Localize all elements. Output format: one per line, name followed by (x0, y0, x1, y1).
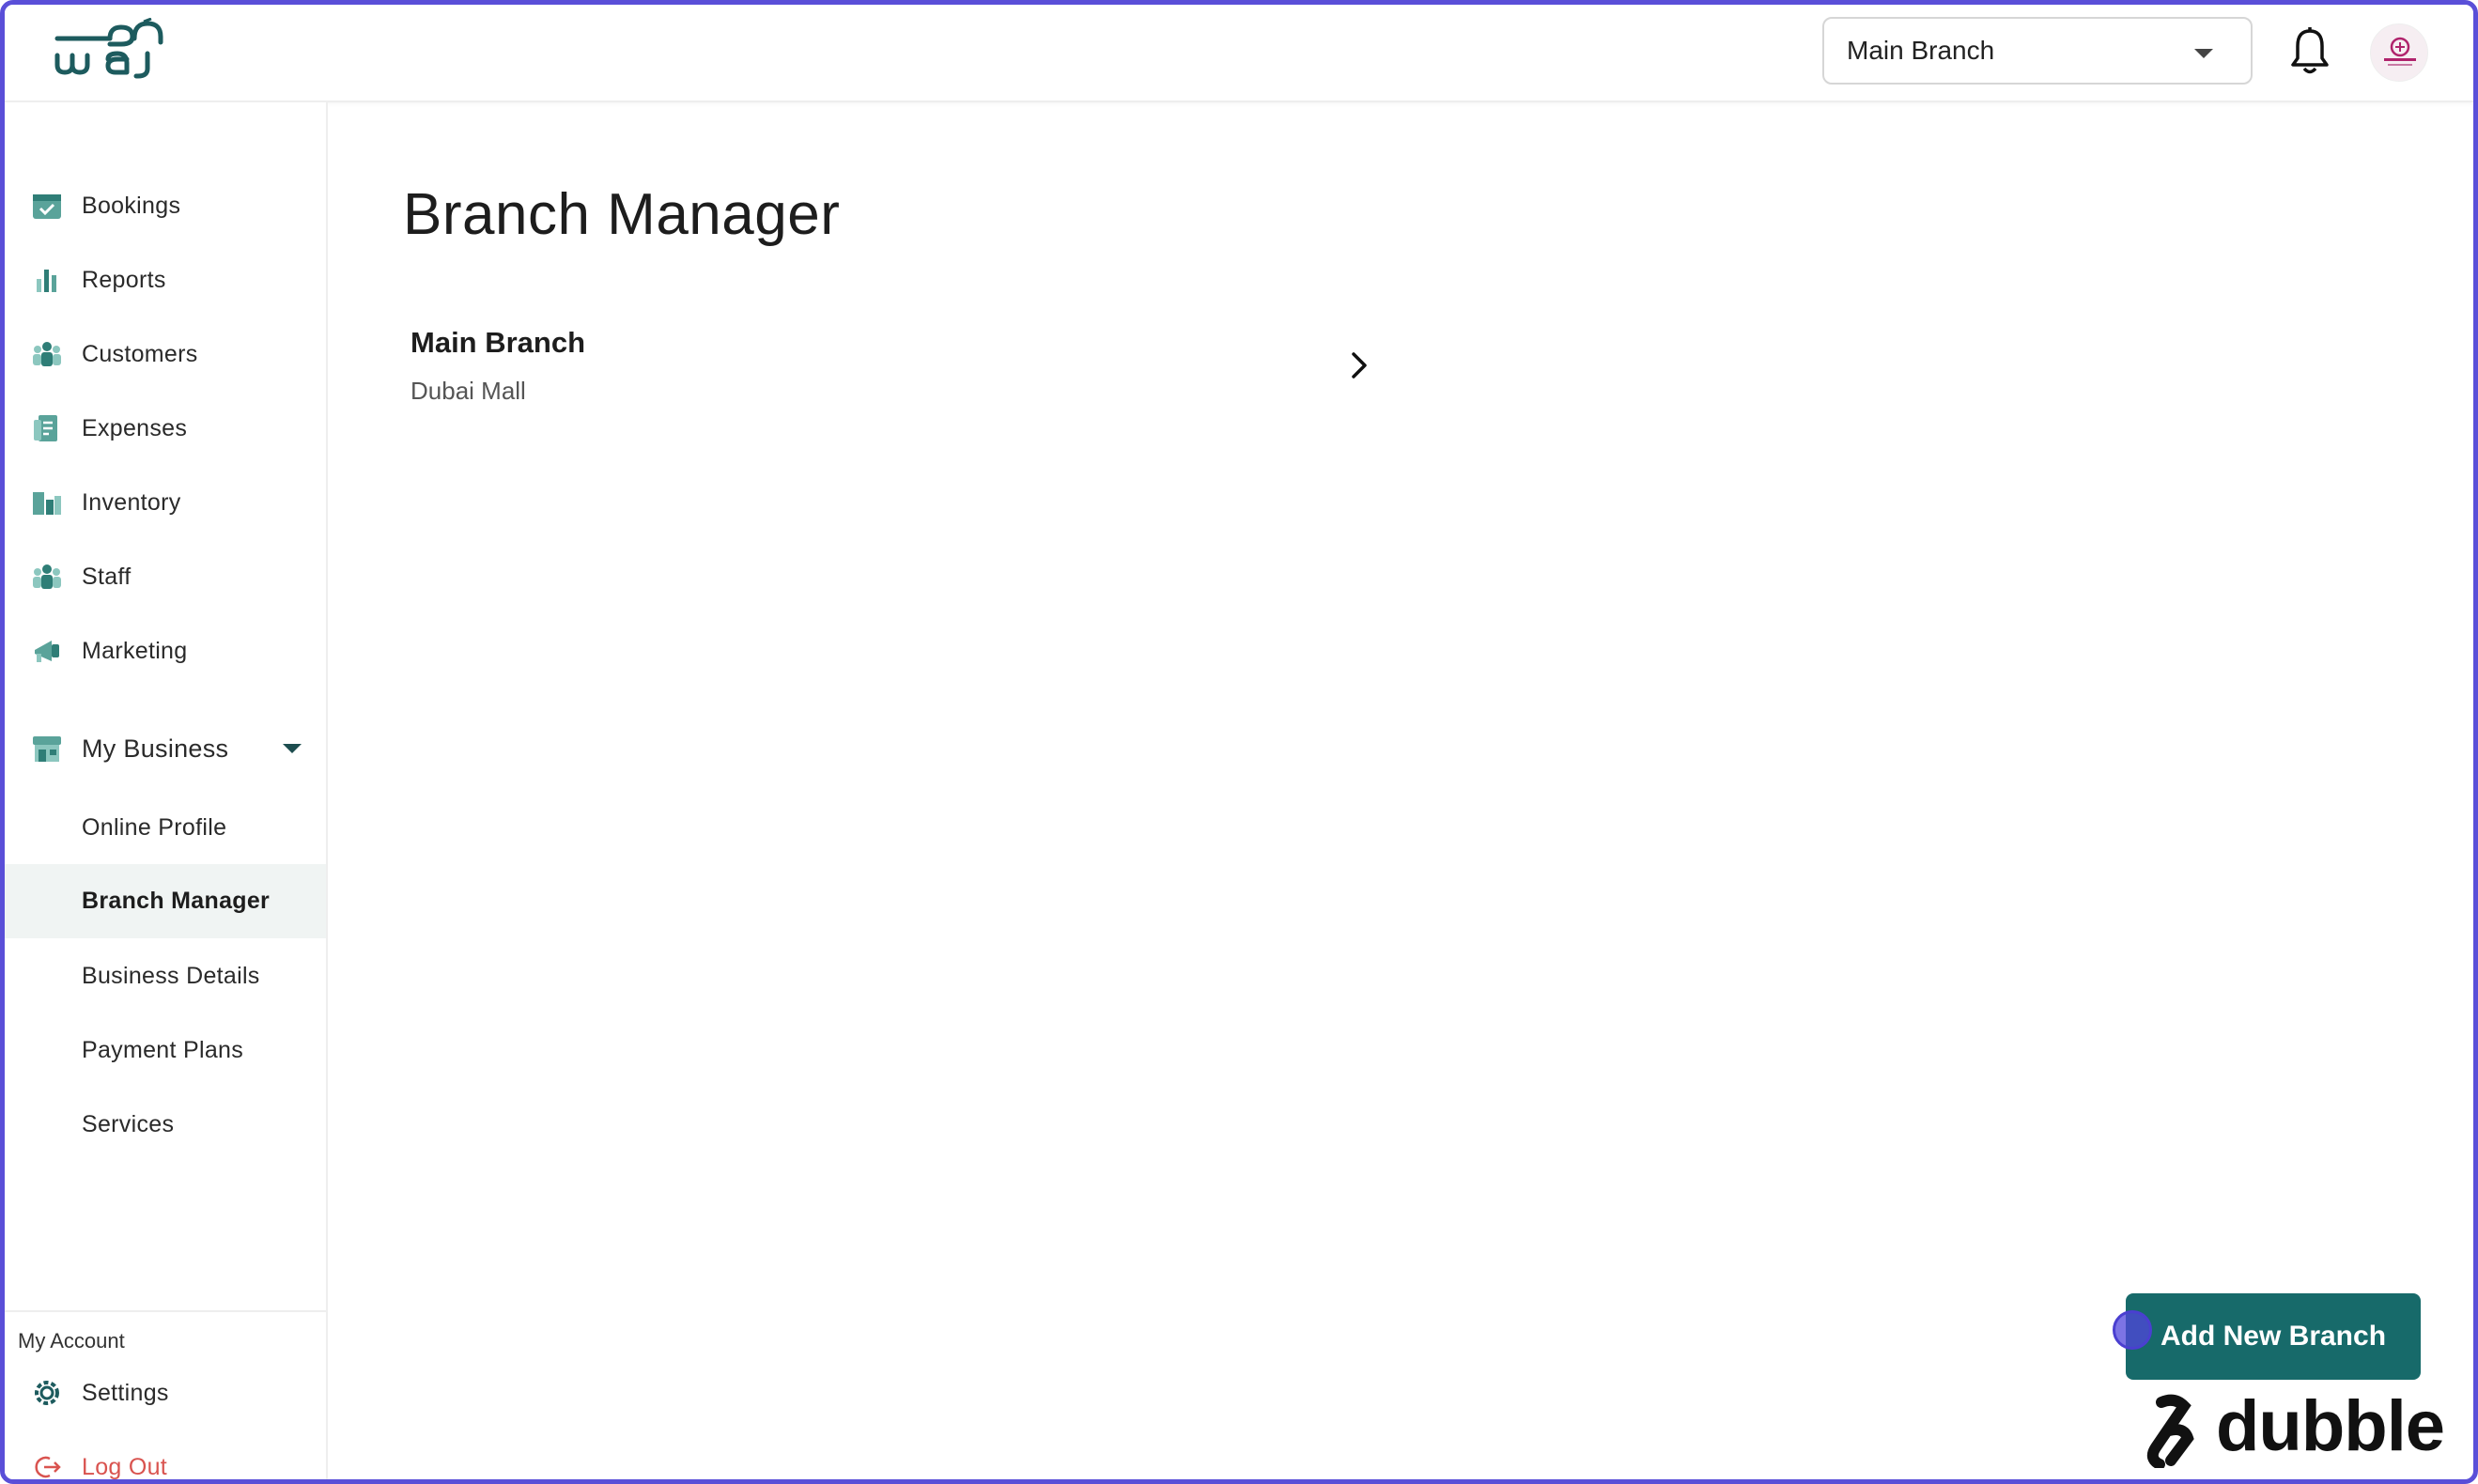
sidebar-item-reports[interactable]: Reports (5, 250, 326, 310)
sidebar-item-label: Bookings (82, 192, 181, 219)
sidebar-item-customers[interactable]: Customers (5, 324, 326, 384)
sidebar-item-staff[interactable]: Staff (5, 547, 326, 607)
list-item[interactable]: Main Branch Dubai Mall (403, 315, 1380, 418)
business-logo-icon (2384, 37, 2416, 66)
bell-icon[interactable] (2289, 25, 2331, 76)
sidebar-group-label: My Business (82, 734, 229, 763)
sidebar-item-settings[interactable]: Settings (5, 1363, 326, 1423)
divider (5, 1310, 326, 1312)
calendar-check-icon (33, 194, 61, 219)
sidebar-item-online-profile[interactable]: Online Profile (5, 797, 326, 858)
sidebar-item-label: Inventory (82, 488, 181, 516)
chevron-down-icon (2194, 49, 2213, 58)
sidebar-item-label: Settings (82, 1379, 169, 1406)
chevron-right-icon (1352, 352, 1367, 379)
users-icon (33, 342, 61, 366)
app-window: Main Branch Bookings Reports Customers E… (0, 0, 2478, 1484)
sidebar-item-logout[interactable]: Log Out (5, 1437, 326, 1480)
chevron-down-icon[interactable] (283, 744, 302, 753)
sidebar-item-label: Log Out (82, 1453, 168, 1480)
sidebar-item-branch-manager[interactable]: Branch Manager (5, 864, 326, 938)
waj-logo[interactable] (54, 18, 164, 85)
sidebar-item-payment-plans[interactable]: Payment Plans (5, 1020, 326, 1080)
sidebar-item-business-details[interactable]: Business Details (5, 946, 326, 1006)
sidebar-item-label: Marketing (82, 637, 188, 664)
page-title: Branch Manager (403, 182, 841, 247)
sidebar-item-label: Payment Plans (82, 1036, 244, 1063)
logout-icon (35, 1456, 61, 1478)
staff-icon (33, 564, 61, 589)
gear-icon (35, 1381, 59, 1405)
sidebar: Bookings Reports Customers Expenses Inve… (5, 102, 328, 1480)
account-section-title: My Account (18, 1329, 125, 1353)
sidebar-item-label: Online Profile (82, 813, 227, 841)
sidebar-item-label: Business Details (82, 962, 260, 989)
boxes-icon (33, 492, 61, 515)
dubble-logo-icon (2146, 1394, 2194, 1468)
sidebar-item-inventory[interactable]: Inventory (5, 472, 326, 533)
sidebar-item-label: Reports (82, 266, 166, 293)
store-icon (33, 736, 61, 762)
megaphone-icon (35, 641, 59, 662)
sidebar-group-my-business[interactable]: My Business (5, 719, 326, 779)
sidebar-item-bookings[interactable]: Bookings (5, 176, 326, 236)
branch-name: Main Branch (410, 326, 586, 359)
watermark: dubble (2141, 1385, 2460, 1470)
watermark-text: dubble (2216, 1386, 2445, 1466)
branch-selector[interactable]: Main Branch (1822, 17, 2253, 85)
sidebar-item-label: Branch Manager (82, 888, 271, 914)
top-header: Main Branch (5, 5, 2473, 102)
sidebar-item-label: Expenses (82, 414, 188, 441)
sidebar-item-label: Customers (82, 340, 198, 367)
sidebar-item-marketing[interactable]: Marketing (5, 621, 326, 681)
sidebar-item-label: Staff (82, 563, 132, 590)
sidebar-item-expenses[interactable]: Expenses (5, 398, 326, 458)
cursor-indicator (2113, 1310, 2152, 1350)
add-new-branch-button[interactable]: Add New Branch (2126, 1293, 2421, 1380)
receipt-icon (34, 415, 57, 441)
avatar[interactable] (2370, 23, 2428, 82)
bar-chart-icon (37, 270, 56, 292)
branch-location: Dubai Mall (410, 377, 526, 405)
sidebar-item-label: Services (82, 1110, 175, 1137)
sidebar-item-services[interactable]: Services (5, 1094, 326, 1154)
branch-selector-value: Main Branch (1847, 36, 1995, 65)
